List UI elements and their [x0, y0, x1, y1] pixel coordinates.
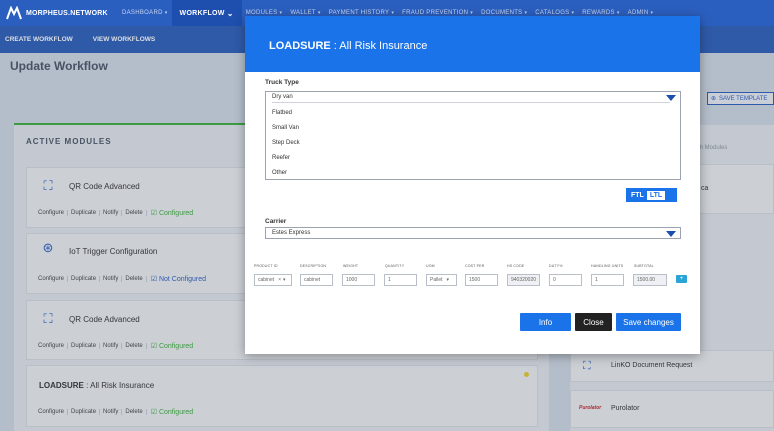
close-button[interactable]: Close — [575, 313, 612, 331]
ltl-option[interactable]: LTL — [646, 190, 666, 200]
ftl-ltl-toggle[interactable]: FTL LTL — [626, 188, 677, 202]
duty-input[interactable]: 0 — [549, 274, 582, 286]
truck-option-step-deck[interactable]: Step Deck — [272, 140, 300, 146]
clear-icon[interactable]: × — [278, 277, 281, 283]
truck-option-dry-van[interactable]: Dry van — [272, 94, 670, 103]
truck-option-small-van[interactable]: Small Van — [272, 125, 299, 131]
uom-select[interactable]: Pallet ▾ — [426, 274, 457, 286]
carrier-label: Carrier — [265, 218, 287, 225]
nav-workflow[interactable]: WORKFLOW ⌄ — [171, 0, 242, 26]
chevron-down-icon — [666, 231, 676, 237]
cost-per-input[interactable]: 1500 — [465, 274, 498, 286]
carrier-select[interactable]: Estes Express — [265, 227, 681, 239]
weight-input[interactable]: 1000 — [342, 274, 375, 286]
chevron-down-icon: ▾ — [283, 277, 286, 283]
truck-option-reefer[interactable]: Reefer — [272, 155, 290, 161]
col-uom: UOM — [426, 264, 435, 268]
col-description: DESCRIPTION — [300, 264, 327, 268]
truck-type-label: Truck Type — [265, 79, 299, 86]
col-handling-units: HANDLING UNITS — [591, 264, 624, 268]
col-product-id: PRODUCT ID — [254, 264, 278, 268]
chevron-down-icon: ⌄ — [226, 8, 234, 18]
morpheus-logo-icon — [6, 6, 22, 20]
truck-option-other[interactable]: Other — [272, 170, 287, 176]
col-cost-per: COST PER — [465, 264, 485, 268]
col-weight: WEIGHT — [343, 264, 359, 268]
save-changes-button[interactable]: Save changes — [616, 313, 681, 331]
modal-header: LOADSURE : All Risk Insurance — [245, 16, 700, 72]
col-duty: DUTY% — [549, 264, 563, 268]
truck-option-flatbed[interactable]: Flatbed — [272, 110, 292, 116]
modal-title: LOADSURE : All Risk Insurance — [269, 40, 428, 52]
quantity-input[interactable]: 1 — [384, 274, 417, 286]
brand-name: MORPHEUS.NETWORK — [26, 9, 108, 17]
brand-logo[interactable]: MORPHEUS.NETWORK — [0, 0, 118, 26]
loadsure-modal: LOADSURE : All Risk Insurance Truck Type… — [245, 16, 700, 354]
chevron-down-icon: ▾ — [164, 10, 168, 16]
product-id-select[interactable]: cabinet × ▾ — [254, 274, 292, 286]
nav-dashboard[interactable]: DASHBOARD ▾ — [118, 0, 172, 26]
handling-units-input[interactable]: 1 — [591, 274, 624, 286]
add-row-button[interactable]: + — [676, 275, 687, 283]
ftl-option[interactable]: FTL — [628, 192, 647, 199]
truck-type-select[interactable]: Dry van Flatbed Small Van Step Deck Reef… — [265, 91, 681, 180]
carrier-value: Estes Express — [272, 230, 311, 236]
chevron-down-icon — [666, 95, 676, 101]
col-subtotal: SUBTOTAL — [634, 264, 654, 268]
info-button[interactable]: Info — [520, 313, 571, 331]
chevron-down-icon: ▾ — [446, 277, 450, 283]
col-quantity: QUANTITY — [385, 264, 405, 268]
hs-code-input[interactable]: 940320020 — [507, 274, 540, 286]
description-input[interactable]: cabinet — [300, 274, 333, 286]
col-hs-code: HS CODE — [507, 264, 525, 268]
subtotal-field: 1500.00 — [633, 274, 667, 286]
